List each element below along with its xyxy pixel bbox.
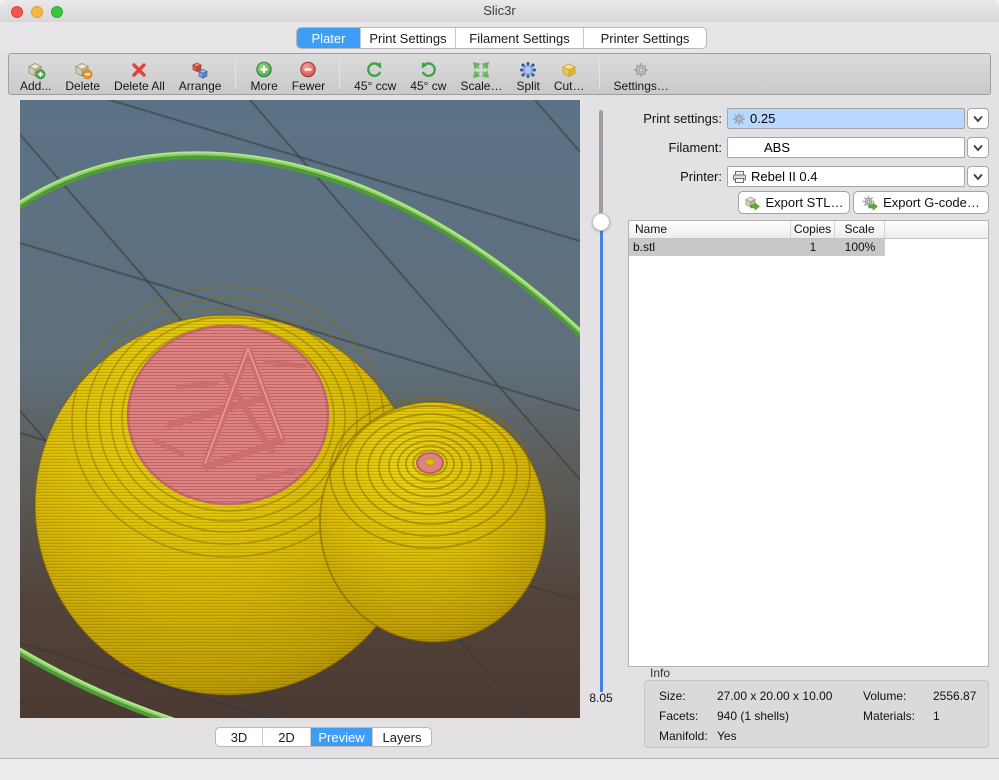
tab-3d[interactable]: 3D [216,728,263,746]
tab-preview[interactable]: Preview [311,728,373,746]
tab-plater[interactable]: Plater [297,28,361,48]
add-button[interactable]: Add... [13,54,58,94]
printer-value: Rebel II 0.4 [751,169,818,184]
column-header-copies[interactable]: Copies [791,221,835,238]
small-dome-infill [417,453,443,473]
printer-dropdown-button[interactable] [967,166,989,187]
export-gcode-button[interactable]: Export G-code… [853,191,989,214]
main-tabstrip: Plater Print Settings Filament Settings … [0,22,999,53]
filament-dropdown-button[interactable] [967,137,989,158]
column-header-scale[interactable]: Scale [835,221,885,238]
toolbar: Add... Delete Delete All [8,53,991,95]
volume-label: Volume: [863,687,933,707]
layer-slider-value: 8.05 [583,691,619,705]
delete-all-x-icon [129,60,149,80]
object-copies-cell: 1 [791,239,835,256]
print-preview-scene [20,100,580,718]
tab-filament-settings[interactable]: Filament Settings [456,28,584,48]
chevron-down-icon [971,142,985,154]
scale-arrows-icon [471,60,491,80]
info-box: Size: 27.00 x 20.00 x 10.00 Volume: 2556… [644,680,989,748]
fewer-minus-icon [298,60,318,80]
titlebar: Slic3r [0,0,999,22]
window-title: Slic3r [0,3,999,18]
scale-button[interactable]: Scale… [453,54,509,94]
arrange-cubes-icon [190,60,210,80]
toolbar-separator [599,59,600,89]
printer-icon [732,170,747,184]
info-section-title: Info [650,666,670,680]
facets-label: Facets: [659,707,717,727]
materials-label: Materials: [863,707,933,727]
tab-layers[interactable]: Layers [373,728,431,746]
delete-all-button[interactable]: Delete All [107,54,172,94]
add-box-icon [26,60,46,80]
table-row[interactable]: b.stl 1 100% [629,239,988,256]
settings-gear-icon [631,60,651,80]
facets-value: 940 (1 shells) [717,707,863,727]
export-stl-button[interactable]: Export STL… [738,191,850,214]
printer-label: Printer: [612,166,722,187]
layer-slider-track[interactable] [599,110,603,218]
toolbar-separator [235,59,236,89]
arrange-button[interactable]: Arrange [172,54,229,94]
chevron-down-icon [971,113,985,125]
size-value: 27.00 x 20.00 x 10.00 [717,687,863,707]
tab-print-settings[interactable]: Print Settings [361,28,456,48]
size-label: Size: [659,687,717,707]
delete-button[interactable]: Delete [58,54,107,94]
filament-value: ABS [728,140,790,155]
toolbar-separator [339,59,340,89]
filament-combo[interactable]: ABS [727,137,965,158]
column-header-name[interactable]: Name [629,221,791,238]
plater-3d-viewport[interactable] [20,100,580,718]
slic3r-window: Slic3r Plater Print Settings Filament Se… [0,0,999,780]
volume-value: 2556.87 [933,687,988,707]
gear-icon [732,112,746,126]
more-button[interactable]: More [243,54,284,94]
manifold-label: Manifold: [659,727,717,747]
manifold-value: Yes [717,727,863,747]
export-gear-icon [862,195,878,211]
layer-slider-thumb[interactable] [592,213,610,231]
export-box-icon [744,195,760,211]
more-plus-icon [254,60,274,80]
materials-value: 1 [933,707,988,727]
filament-label: Filament: [612,137,722,158]
rotate-cw-button[interactable]: 45° cw [403,54,453,94]
split-handles-icon [518,60,538,80]
printer-combo[interactable]: Rebel II 0.4 [727,166,965,187]
tab-2d[interactable]: 2D [263,728,311,746]
tab-printer-settings[interactable]: Printer Settings [584,28,706,48]
rotate-ccw-button[interactable]: 45° ccw [347,54,403,94]
rotate-cw-icon [418,60,438,80]
settings-button[interactable]: Settings… [607,54,676,94]
objects-table-header: Name Copies Scale [629,221,988,239]
fewer-button[interactable]: Fewer [285,54,332,94]
cut-box-icon [559,60,579,80]
print-settings-dropdown-button[interactable] [967,108,989,129]
objects-table[interactable]: Name Copies Scale b.stl 1 100% [628,220,989,667]
rotate-ccw-icon [365,60,385,80]
object-scale-cell: 100% [835,239,885,256]
large-dome-infill [128,326,328,504]
cut-button[interactable]: Cut… [547,54,592,94]
chevron-down-icon [971,171,985,183]
delete-box-icon [73,60,93,80]
object-name-cell: b.stl [629,239,791,256]
window-footer [0,758,999,780]
print-settings-label: Print settings: [612,108,722,129]
print-settings-combo[interactable]: 0.25 [727,108,965,129]
print-settings-value: 0.25 [750,111,775,126]
view-mode-tabs: 3D 2D Preview Layers [215,727,432,747]
split-button[interactable]: Split [509,54,546,94]
layer-slider-fill [600,230,603,692]
